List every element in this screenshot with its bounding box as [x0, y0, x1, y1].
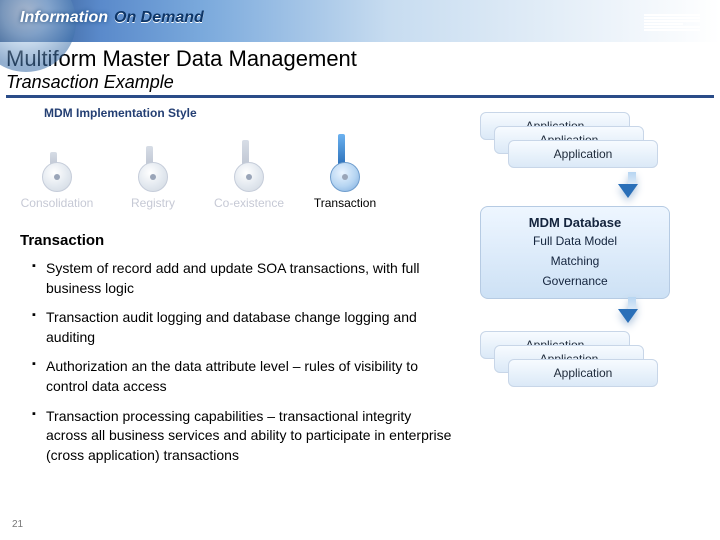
bullet-item: Transaction audit logging and database c… [32, 308, 454, 347]
top-banner: Information On Demand [0, 0, 720, 42]
bullet-list: System of record add and update SOA tran… [32, 259, 454, 465]
mdm-line: Governance [487, 274, 663, 288]
ibm-logo [644, 14, 700, 34]
bullet-item: Transaction processing capabilities – tr… [32, 407, 454, 466]
mdm-line: Full Data Model [487, 234, 663, 248]
dial-icon [234, 162, 264, 192]
style-coexistence: Co-existence [204, 126, 294, 210]
title-divider [6, 95, 714, 98]
app-stack-bottom: Application Application Application [480, 331, 706, 393]
style-transaction: Transaction [300, 126, 390, 210]
style-label: Co-existence [214, 196, 284, 210]
style-label: Transaction [314, 196, 376, 210]
brand-word-1: Information [20, 9, 108, 27]
app-box: Application [508, 359, 658, 387]
app-box: Application [508, 140, 658, 168]
bullet-item: Authorization an the data attribute leve… [32, 357, 454, 396]
bullet-item: System of record add and update SOA tran… [32, 259, 454, 298]
section-heading: Transaction [20, 232, 454, 249]
mdm-database-box: MDM Database Full Data Model Matching Go… [480, 206, 670, 299]
page-title: Multiform Master Data Management [6, 46, 720, 72]
style-label: Registry [131, 196, 175, 210]
arrow-down-icon [618, 184, 638, 198]
diagram-column: Application Application Application MDM … [454, 106, 706, 475]
style-label: Consolidation [21, 196, 94, 210]
app-stack-top: Application Application Application [480, 112, 706, 174]
style-consolidation: Consolidation [12, 126, 102, 210]
dial-icon [138, 162, 168, 192]
page-subtitle: Transaction Example [6, 72, 720, 93]
banner-brand: Information On Demand [20, 9, 204, 27]
arrow-down-icon [618, 309, 638, 323]
implementation-style-label: MDM Implementation Style [44, 106, 454, 120]
dial-icon [42, 162, 72, 192]
page-number: 21 [12, 519, 23, 530]
mdm-line: Matching [487, 254, 663, 268]
dial-icon [330, 162, 360, 192]
style-registry: Registry [108, 126, 198, 210]
mdm-title: MDM Database [487, 215, 663, 230]
brand-word-2: On Demand [114, 9, 204, 27]
